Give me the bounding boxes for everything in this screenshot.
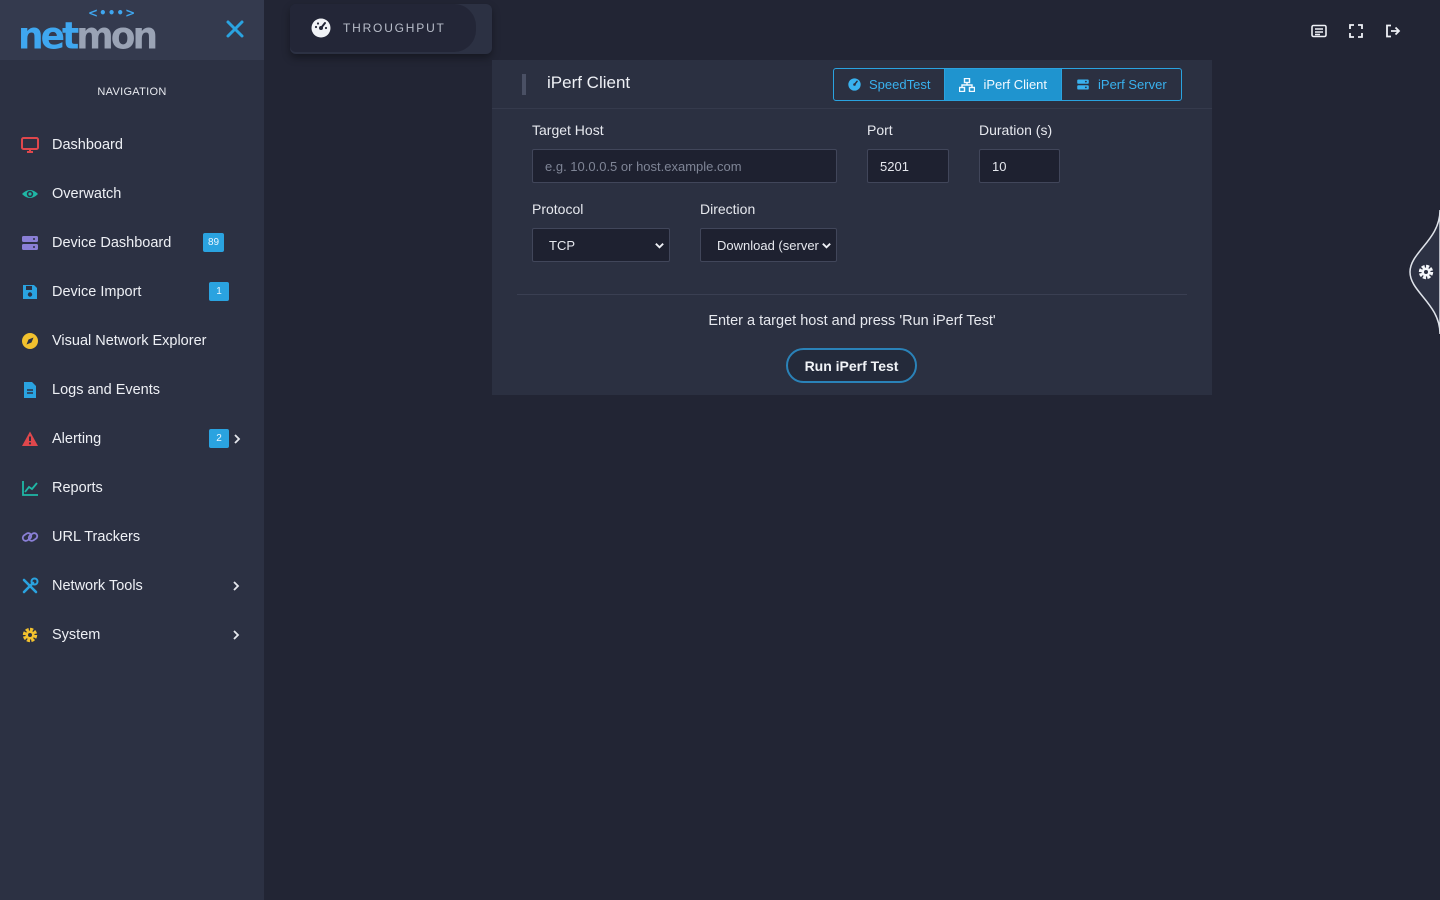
page-tab-label: THROUGHPUT	[343, 21, 446, 35]
logo-wordmark: netmon	[18, 14, 158, 59]
monitor-icon	[21, 136, 39, 154]
sidebar-item-label: Network Tools	[52, 577, 143, 594]
sidebar-item-dashboard[interactable]: Dashboard	[0, 120, 264, 169]
sidebar-item-label: Reports	[52, 479, 103, 496]
page-tab: THROUGHPUT	[290, 4, 492, 54]
chevron-down-icon	[821, 240, 832, 251]
iperf-client-tab-label: iPerf Client	[983, 77, 1048, 92]
sidebar-item-reports[interactable]: Reports	[0, 463, 264, 512]
close-sidebar-button[interactable]	[222, 16, 248, 42]
logo-wordmark-net: net	[18, 14, 79, 59]
protocol-label: Protocol	[532, 201, 584, 217]
expand-icon	[1349, 24, 1363, 38]
duration-label: Duration (s)	[979, 122, 1053, 138]
logout-button[interactable]	[1384, 22, 1402, 40]
direction-select-value: Download (server	[717, 237, 819, 253]
sidebar-item-url-trackers[interactable]: URL Trackers	[0, 512, 264, 561]
mode-switcher: SpeedTest iPerf Client iPerf Server	[833, 68, 1182, 101]
sidebar-item-device-import[interactable]: Device Import 1	[0, 267, 264, 316]
iperf-server-tab-label: iPerf Server	[1098, 77, 1167, 92]
sidebar-item-system[interactable]: System	[0, 610, 264, 659]
sidebar-item-label: System	[52, 626, 101, 643]
eye-icon	[21, 185, 39, 203]
news-button[interactable]	[1310, 22, 1328, 40]
sidebar: <•••> netmon NAVIGATION Dashboard Overwa…	[0, 0, 264, 900]
sidebar-item-label: Dashboard	[52, 136, 123, 153]
top-toolbar	[1310, 22, 1402, 40]
sidebar-item-overwatch[interactable]: Overwatch	[0, 169, 264, 218]
chart-line-icon	[21, 479, 39, 497]
sidebar-item-label: URL Trackers	[52, 528, 141, 545]
warning-icon	[21, 430, 39, 448]
close-icon	[226, 20, 244, 38]
gear-icon	[1418, 264, 1434, 280]
iperf-client-card: iPerf Client SpeedTest iPerf Client iPer…	[492, 60, 1212, 395]
card-divider	[517, 294, 1187, 295]
card-header: iPerf Client SpeedTest iPerf Client iPer…	[492, 60, 1212, 109]
alert-count-badge: 2	[209, 429, 229, 448]
sidebar-item-logs-and-events[interactable]: Logs and Events	[0, 365, 264, 414]
protocol-select-value: TCP	[549, 237, 575, 253]
card-title: iPerf Client	[547, 73, 631, 92]
sidebar-item-visual-network-explorer[interactable]: Visual Network Explorer	[0, 316, 264, 365]
sign-out-icon	[1386, 24, 1401, 38]
network-icon	[959, 77, 976, 92]
newspaper-icon	[1311, 24, 1327, 38]
sidebar-item-alerting[interactable]: Alerting 2	[0, 414, 264, 463]
sidebar-item-label: Overwatch	[52, 185, 122, 202]
port-label: Port	[867, 122, 893, 138]
iperf-client-tab[interactable]: iPerf Client	[944, 69, 1062, 100]
iperf-server-tab[interactable]: iPerf Server	[1061, 69, 1181, 100]
sidebar-item-device-dashboard[interactable]: Device Dashboard 89	[0, 218, 264, 267]
tab-throughput[interactable]: THROUGHPUT	[290, 4, 476, 52]
fullscreen-button[interactable]	[1347, 22, 1365, 40]
direction-label: Direction	[700, 201, 756, 217]
settings-panel-toggle[interactable]	[1406, 209, 1440, 335]
import-count-badge: 1	[209, 282, 229, 301]
port-input[interactable]: 5201	[867, 149, 949, 183]
chevron-right-icon	[234, 433, 241, 444]
link-icon	[21, 528, 39, 546]
chevron-right-icon	[233, 580, 240, 591]
device-count-badge: 89	[203, 233, 225, 252]
direction-select[interactable]: Download (server	[700, 228, 837, 262]
logo-wordmark-mon: mon	[76, 14, 158, 59]
chevron-right-icon	[233, 629, 240, 640]
gauge-icon	[848, 78, 861, 91]
speedtest-tab[interactable]: SpeedTest	[834, 69, 944, 100]
target-host-input[interactable]: e.g. 10.0.0.5 or host.example.com	[532, 149, 837, 183]
run-iperf-test-button[interactable]: Run iPerf Test	[786, 348, 917, 383]
sidebar-item-label: Device Dashboard	[52, 234, 172, 251]
sidebar-item-label: Logs and Events	[52, 381, 161, 398]
sidebar-item-label: Device Import	[52, 283, 142, 300]
server-icon	[1077, 79, 1089, 90]
sidebar-item-label: Alerting	[52, 430, 102, 447]
speedtest-tab-label: SpeedTest	[869, 77, 931, 92]
compass-icon	[21, 332, 39, 350]
server-icon	[21, 234, 39, 252]
gauge-icon	[311, 18, 331, 38]
nav-list: Dashboard Overwatch Device Dashboard 89 …	[0, 120, 264, 659]
sidebar-item-network-tools[interactable]: Network Tools	[0, 561, 264, 610]
tools-icon	[21, 577, 39, 595]
card-accent-bar	[522, 74, 526, 95]
netmon-logo[interactable]: <•••> netmon	[18, 6, 158, 58]
target-host-label: Target Host	[532, 122, 604, 138]
logo-bar: <•••> netmon	[0, 0, 264, 60]
save-icon	[21, 283, 39, 301]
nav-heading: NAVIGATION	[97, 86, 167, 98]
gear-icon	[21, 626, 39, 644]
file-icon	[21, 381, 39, 399]
duration-input[interactable]: 10	[979, 149, 1060, 183]
sidebar-item-label: Visual Network Explorer	[52, 332, 207, 349]
instruction-text: Enter a target host and press 'Run iPerf…	[708, 313, 996, 329]
protocol-select[interactable]: TCP	[532, 228, 670, 262]
chevron-down-icon	[654, 240, 665, 251]
